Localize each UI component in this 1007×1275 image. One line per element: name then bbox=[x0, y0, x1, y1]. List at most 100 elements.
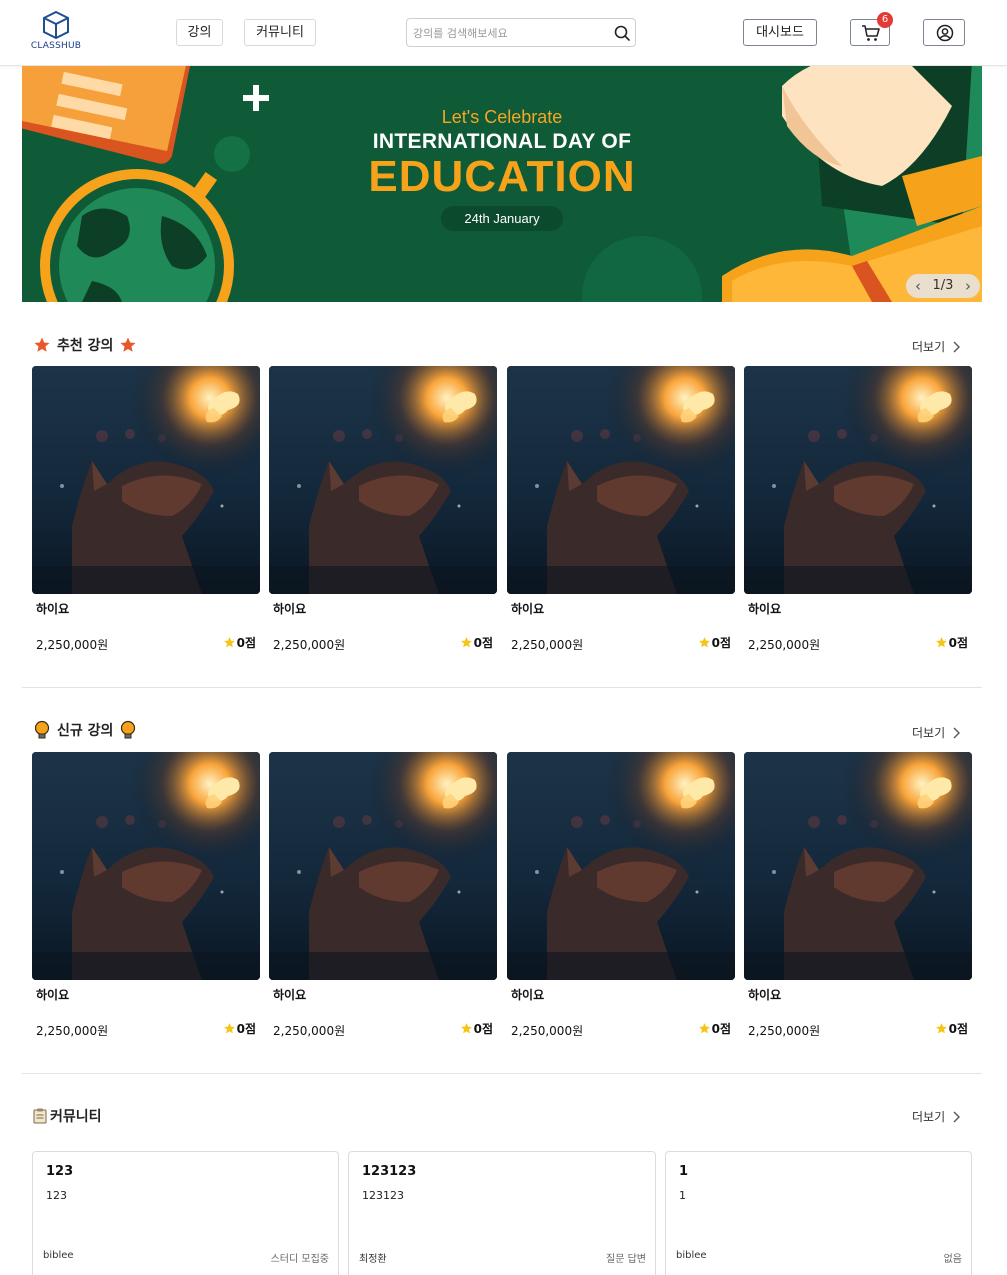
star-icon bbox=[698, 1023, 710, 1034]
community-post-card[interactable]: 1 1 biblee 없음 bbox=[665, 1151, 972, 1275]
post-status: 질문 답변 bbox=[606, 1254, 646, 1265]
course-thumbnail[interactable] bbox=[744, 366, 972, 594]
carousel-prev-icon[interactable]: ‹ bbox=[908, 274, 928, 298]
course-rating: 0점 bbox=[698, 634, 731, 651]
cat-image bbox=[744, 752, 972, 980]
community-post-card[interactable]: 123 123 biblee 스터디 모집중 bbox=[32, 1151, 339, 1275]
search-icon[interactable] bbox=[613, 24, 631, 42]
course-thumbnail[interactable] bbox=[744, 752, 972, 980]
cart-count-badge: 6 bbox=[877, 12, 893, 28]
course-price: 2,250,000원 bbox=[36, 1024, 109, 1038]
community-post-card[interactable]: 123123 123123 최정환 질문 답변 bbox=[348, 1151, 656, 1275]
course-thumbnail[interactable] bbox=[32, 752, 260, 980]
course-title: 하이요 bbox=[273, 602, 307, 616]
course-title: 하이요 bbox=[273, 988, 307, 1002]
star-icon bbox=[935, 1023, 947, 1034]
banner-title-line1: INTERNATIONAL DAY OF bbox=[372, 130, 632, 153]
chevron-right-icon bbox=[953, 1111, 961, 1122]
star-icon bbox=[698, 637, 710, 648]
course-thumbnail[interactable] bbox=[269, 752, 497, 980]
course-price: 2,250,000원 bbox=[273, 1024, 346, 1038]
community-section-header: 커뮤니티 bbox=[33, 1104, 102, 1128]
rating-value: 0점 bbox=[948, 1022, 968, 1036]
new-more-link[interactable]: 더보기 bbox=[912, 724, 961, 741]
star-icon bbox=[34, 337, 50, 352]
post-body: 123123 bbox=[362, 1189, 404, 1202]
logo-text: CLASSHUB bbox=[30, 41, 82, 51]
nav-courses-button[interactable]: 강의 bbox=[176, 19, 223, 46]
course-rating: 0점 bbox=[935, 634, 968, 651]
course-price: 2,250,000원 bbox=[748, 638, 821, 652]
community-more-link[interactable]: 더보기 bbox=[912, 1108, 961, 1125]
new-section-title: 신규 강의 bbox=[57, 723, 114, 739]
more-label: 더보기 bbox=[912, 340, 946, 354]
top-navbar: CLASSHUB 강의 커뮤니티 대시보드 6 bbox=[0, 0, 1007, 66]
search-bar bbox=[406, 18, 636, 47]
lightbulb-icon bbox=[121, 720, 136, 739]
cat-image bbox=[507, 366, 735, 594]
lightbulb-icon bbox=[34, 720, 50, 739]
cat-image bbox=[32, 752, 260, 980]
section-divider bbox=[22, 1073, 982, 1074]
rating-value: 0점 bbox=[473, 636, 493, 650]
rating-value: 0점 bbox=[948, 636, 968, 650]
recommended-section-title: 추천 강의 bbox=[57, 338, 114, 354]
classhub-logo[interactable]: CLASSHUB bbox=[28, 10, 84, 56]
new-section-header: 신규 강의 bbox=[33, 718, 137, 742]
post-body: 1 bbox=[679, 1189, 686, 1202]
dashboard-button[interactable]: 대시보드 bbox=[743, 19, 817, 46]
cat-image bbox=[269, 366, 497, 594]
rating-value: 0점 bbox=[711, 1022, 731, 1036]
rating-value: 0점 bbox=[473, 1022, 493, 1036]
course-thumbnail[interactable] bbox=[507, 752, 735, 980]
cat-image bbox=[32, 366, 260, 594]
course-price: 2,250,000원 bbox=[511, 1024, 584, 1038]
post-status: 없음 bbox=[943, 1254, 962, 1265]
cat-image bbox=[507, 752, 735, 980]
user-icon bbox=[936, 24, 954, 42]
course-rating: 0점 bbox=[223, 634, 256, 651]
banner-subtitle: Let's Celebrate bbox=[441, 107, 563, 127]
search-input[interactable] bbox=[413, 23, 608, 43]
chevron-right-icon bbox=[953, 727, 961, 738]
post-author: biblee bbox=[676, 1250, 707, 1261]
clipboard-icon bbox=[33, 1108, 47, 1124]
more-label: 더보기 bbox=[912, 726, 946, 740]
star-icon bbox=[460, 1023, 472, 1034]
course-title: 하이요 bbox=[36, 602, 70, 616]
course-thumbnail[interactable] bbox=[269, 366, 497, 594]
banner-title-line2: EDUCATION bbox=[368, 152, 636, 201]
cat-image bbox=[744, 366, 972, 594]
rating-value: 0점 bbox=[236, 1022, 256, 1036]
chevron-right-icon bbox=[953, 341, 961, 352]
recommended-more-link[interactable]: 더보기 bbox=[912, 338, 961, 355]
course-title: 하이요 bbox=[748, 988, 782, 1002]
course-rating: 0점 bbox=[698, 1020, 731, 1037]
cart-icon bbox=[862, 25, 880, 41]
course-price: 2,250,000원 bbox=[511, 638, 584, 652]
recommended-section-header: 추천 강의 bbox=[33, 333, 137, 357]
profile-button[interactable] bbox=[923, 19, 965, 46]
star-icon bbox=[120, 337, 136, 352]
rating-value: 0점 bbox=[711, 636, 731, 650]
course-price: 2,250,000원 bbox=[36, 638, 109, 652]
section-divider bbox=[22, 687, 982, 688]
star-icon bbox=[223, 1023, 235, 1034]
star-icon bbox=[223, 637, 235, 648]
more-label: 더보기 bbox=[912, 1110, 946, 1124]
cube-logo-icon bbox=[43, 10, 69, 40]
course-title: 하이요 bbox=[511, 602, 545, 616]
hero-banner[interactable]: Let's Celebrate INTERNATIONAL DAY OF EDU… bbox=[22, 66, 982, 302]
course-rating: 0점 bbox=[935, 1020, 968, 1037]
course-rating: 0점 bbox=[460, 634, 493, 651]
post-title: 123 bbox=[46, 1164, 74, 1179]
carousel-pager: ‹ 1/3 › bbox=[906, 274, 980, 298]
star-icon bbox=[460, 637, 472, 648]
banner-date-pill: 24th January bbox=[441, 206, 563, 231]
course-thumbnail[interactable] bbox=[32, 366, 260, 594]
nav-community-button[interactable]: 커뮤니티 bbox=[244, 19, 316, 46]
carousel-next-icon[interactable]: › bbox=[958, 274, 978, 298]
post-author: 최정환 bbox=[359, 1254, 387, 1265]
post-title: 123123 bbox=[362, 1164, 417, 1179]
course-thumbnail[interactable] bbox=[507, 366, 735, 594]
